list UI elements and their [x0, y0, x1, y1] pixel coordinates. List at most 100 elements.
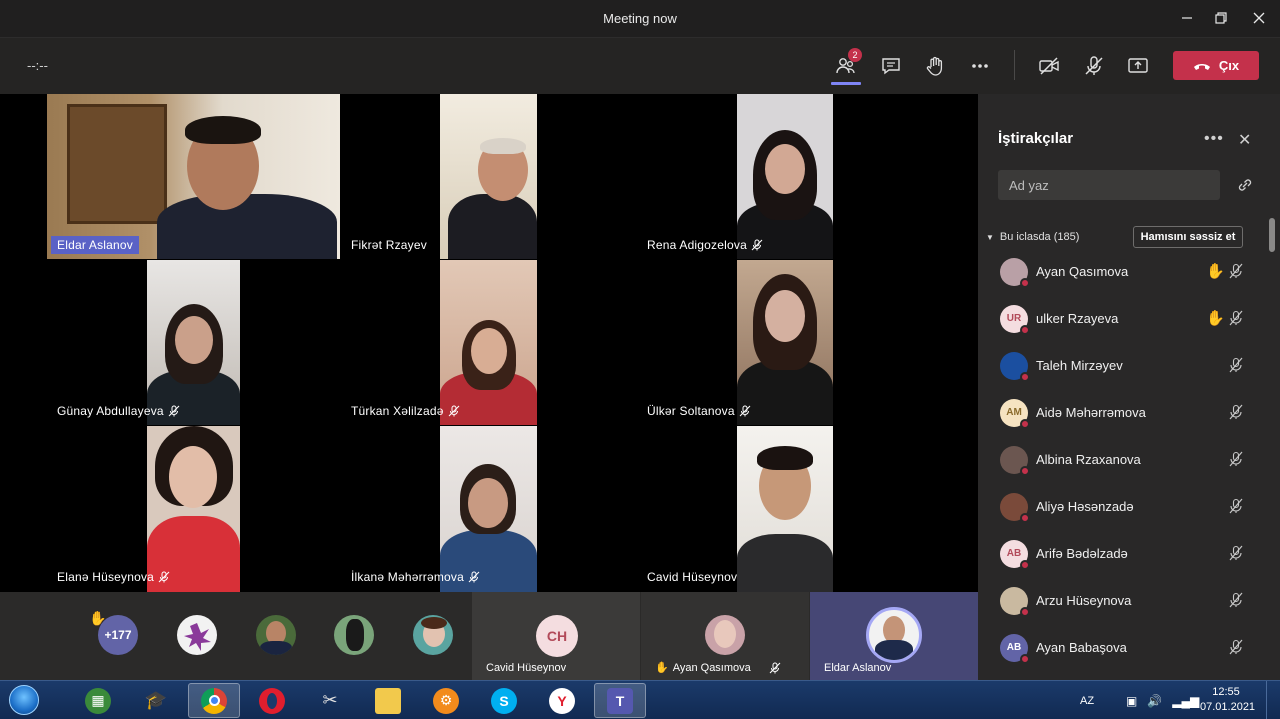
participant-name: Albina Rzaxanova	[1036, 452, 1141, 467]
folder-app[interactable]	[362, 683, 414, 718]
panel-title: İştirakçılar	[998, 130, 1074, 147]
chrome-app[interactable]	[188, 683, 240, 718]
tile-name-label: Günay Abdullayeva	[57, 404, 180, 418]
video-tile[interactable]	[440, 260, 537, 425]
signal-icon: ▂▄▆	[1172, 693, 1200, 708]
person-head	[765, 290, 805, 342]
close-icon[interactable]: ✕	[1238, 130, 1251, 150]
participant-name: Aidə Məhərrəmova	[1036, 405, 1146, 420]
mic-off-icon[interactable]	[1228, 592, 1244, 608]
video-feed	[737, 260, 833, 425]
skype-app[interactable]: S	[478, 683, 530, 718]
participant-name: Ayan Babaşova	[1036, 640, 1127, 655]
clock-date: 07.01.2021	[1200, 701, 1256, 713]
participant-row[interactable]: Ayan Qasımova ✋	[978, 250, 1270, 297]
language-indicator[interactable]: AZ	[1080, 681, 1094, 719]
person-head	[169, 446, 217, 508]
video-tile[interactable]	[737, 426, 833, 592]
start-button[interactable]	[4, 682, 44, 718]
overflow-participants-button[interactable]: +177	[98, 615, 138, 655]
avatar[interactable]	[413, 615, 453, 655]
leave-button[interactable]: Çıx	[1173, 51, 1259, 80]
presence-dot	[1020, 372, 1030, 382]
participant-name: Taleh Mirzəyev	[1036, 358, 1123, 373]
more-icon[interactable]: •••	[1204, 130, 1224, 148]
snipping-app[interactable]: ✂	[304, 683, 356, 718]
section-header[interactable]: ▼ Bu iclasda (185)	[986, 231, 1079, 243]
teams-app[interactable]: T	[594, 683, 646, 718]
tile-name-label: Fikrət Rzayev	[351, 238, 427, 252]
green-app[interactable]: ▦	[72, 683, 124, 718]
mic-off-icon[interactable]	[1228, 639, 1244, 655]
settings-app[interactable]: ⚙	[420, 683, 472, 718]
opera-app[interactable]	[246, 683, 298, 718]
section-label: Bu iclasda (185)	[999, 231, 1080, 243]
clock[interactable]: 12:55 07.01.2021	[1200, 685, 1256, 715]
mic-off-icon[interactable]	[1228, 451, 1244, 467]
raise-hand-icon[interactable]	[921, 52, 949, 80]
mic-off-icon[interactable]	[1228, 498, 1244, 514]
participant-row[interactable]: UR ulker Rzayeva ✋	[978, 297, 1270, 344]
tile-name-label: Rena Adigozelova	[647, 238, 763, 252]
mic-off-icon[interactable]	[1228, 263, 1244, 279]
mic-off-icon[interactable]	[1228, 404, 1244, 420]
video-tile[interactable]	[440, 94, 537, 259]
mic-off-icon[interactable]	[1228, 357, 1244, 373]
mic-off-icon	[769, 662, 781, 673]
strip-tile-name: Eldar Aslanov	[824, 662, 892, 674]
participant-row[interactable]: Albina Rzaxanova	[978, 438, 1270, 485]
video-tile[interactable]	[737, 94, 833, 259]
search-input[interactable]	[998, 170, 1220, 200]
video-tile[interactable]	[440, 426, 537, 592]
video-feed	[147, 260, 240, 425]
avatar[interactable]	[256, 615, 296, 655]
participant-name: Arzu Hüseynova	[1036, 593, 1132, 608]
video-tile[interactable]: Eldar Aslanov	[47, 94, 340, 259]
tile-name-label: Elanə Hüseynova	[57, 570, 170, 584]
yandex-app[interactable]: Y	[536, 683, 588, 718]
mic-off-icon[interactable]	[1080, 52, 1108, 80]
avatar[interactable]	[177, 615, 217, 655]
video-feed	[440, 426, 537, 592]
avatar[interactable]	[334, 615, 374, 655]
participant-row[interactable]: AM Aidə Məhərrəmova	[978, 391, 1270, 438]
tray-icons[interactable]: ▣ 🔊 ▂▄▆	[1126, 681, 1199, 719]
mute-all-button[interactable]: Hamısını səssiz et	[1133, 226, 1243, 248]
close-icon[interactable]	[1248, 8, 1270, 30]
mic-off-icon[interactable]	[1228, 545, 1244, 561]
raise-hand-icon: ✋	[1206, 310, 1225, 327]
scrollbar[interactable]	[1269, 218, 1275, 252]
mic-off-icon[interactable]	[1228, 310, 1244, 326]
video-tile[interactable]	[147, 426, 240, 592]
network-icon: ▣	[1126, 693, 1138, 708]
strip-tile[interactable]: ✋ Ayan Qasımova	[641, 592, 809, 680]
restore-icon[interactable]	[1210, 8, 1232, 30]
person-body	[737, 534, 833, 592]
participant-name: ulker Rzayeva	[1036, 311, 1119, 326]
raise-hand-icon: ✋	[655, 662, 669, 674]
copy-link-icon[interactable]	[1236, 176, 1254, 194]
participant-row[interactable]: Aliyə Həsənzadə	[978, 485, 1270, 532]
video-tile[interactable]	[147, 260, 240, 425]
presence-dot	[1020, 419, 1030, 429]
video-tile[interactable]	[737, 260, 833, 425]
participant-row[interactable]: AB Ayan Babaşova	[978, 626, 1270, 673]
participant-row[interactable]: Taleh Mirzəyev	[978, 344, 1270, 391]
more-icon[interactable]	[966, 52, 994, 80]
strip-tile[interactable]: CH Cavid Hüseynov	[472, 592, 640, 680]
volume-icon: 🔊	[1147, 693, 1163, 708]
share-screen-icon[interactable]	[1124, 52, 1152, 80]
minimize-icon[interactable]	[1176, 8, 1198, 30]
chat-icon[interactable]	[877, 52, 905, 80]
mic-off-icon	[751, 239, 763, 251]
camera-off-icon[interactable]	[1035, 52, 1063, 80]
show-desktop-button[interactable]	[1266, 681, 1280, 719]
participants-icon[interactable]: 2	[832, 48, 862, 80]
presence-dot	[1020, 513, 1030, 523]
strip-tile-self[interactable]: Eldar Aslanov	[810, 592, 978, 680]
active-tab-underline	[831, 82, 861, 85]
participant-row[interactable]: AB Arifə Bədəlzadə	[978, 532, 1270, 579]
school-app[interactable]: 🎓	[130, 683, 182, 718]
participant-row[interactable]: Arzu Hüseynova	[978, 579, 1270, 626]
windows-logo-icon	[9, 685, 39, 715]
